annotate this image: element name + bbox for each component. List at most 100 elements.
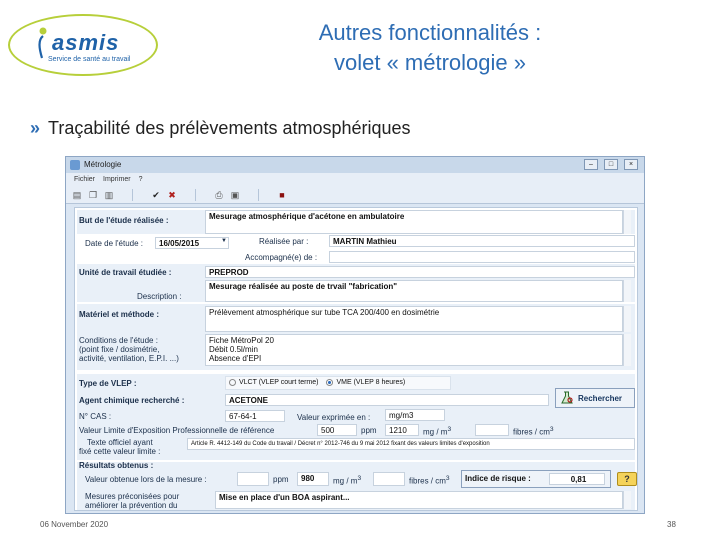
vlep-fibres-unit: fibres / cm3 bbox=[513, 426, 554, 437]
conditions-label-1: Conditions de l'étude : bbox=[79, 336, 158, 345]
minimize-button[interactable]: – bbox=[584, 159, 598, 170]
mesures-scrollbar[interactable] bbox=[623, 491, 631, 509]
bullet-item: » Traçabilité des prélèvements atmosphéri… bbox=[30, 118, 411, 139]
type-vlep-label: Type de VLEP : bbox=[79, 379, 137, 388]
close-button[interactable]: × bbox=[624, 159, 638, 170]
desc-field[interactable]: Mesurage réalisée au poste de trvail "fa… bbox=[205, 280, 623, 302]
result-fibres-unit-text: fibres / cm bbox=[409, 476, 446, 486]
materiel-field[interactable]: Prélèvement atmosphérique sur tube TCA 2… bbox=[205, 306, 623, 332]
vlct-label: VLCT (VLEP court terme) bbox=[239, 379, 319, 386]
result-ppm-unit: ppm bbox=[273, 475, 289, 484]
bullet-text: Traçabilité des prélèvements atmosphériq… bbox=[48, 118, 411, 138]
menu-bar: Fichier Imprimer ? bbox=[66, 173, 644, 186]
conditions-line-2: Débit 0.5l/min bbox=[209, 345, 258, 354]
texte-label-2: fixé cette valeur limite : bbox=[79, 447, 161, 456]
print-icon[interactable]: ⎙ bbox=[214, 190, 224, 200]
validate-icon[interactable]: ✔ bbox=[151, 190, 161, 200]
search-button[interactable]: Rechercher bbox=[555, 388, 635, 408]
window-controls: – □ × bbox=[584, 159, 638, 170]
logo-subtitle: Service de santé au travail bbox=[48, 56, 131, 63]
metrologie-form: But de l'étude réalisée : Mesurage atmos… bbox=[74, 207, 638, 511]
result-mg-unit: mg / m3 bbox=[333, 475, 362, 486]
app-icon bbox=[70, 160, 80, 170]
indice-label: Indice de risque : bbox=[465, 474, 531, 483]
conditions-field[interactable]: Fiche MétroPol 20 Débit 0.5l/min Absence… bbox=[205, 334, 623, 366]
vlep-ppm-unit: ppm bbox=[361, 426, 377, 435]
result-mg-field[interactable]: 980 bbox=[297, 472, 329, 486]
vlep-ppm-field[interactable]: 500 bbox=[317, 424, 357, 436]
but-label: But de l'étude réalisée : bbox=[79, 216, 169, 225]
but-scrollbar[interactable] bbox=[623, 210, 631, 234]
person-icon bbox=[38, 27, 47, 59]
vlct-radio[interactable] bbox=[229, 378, 236, 386]
date-dropdown-icon[interactable]: ▼ bbox=[221, 238, 227, 244]
window-title: Métrologie bbox=[84, 160, 122, 169]
title-line-1: Autres fonctionnalités : bbox=[318, 20, 542, 45]
texte-field[interactable]: Article R. 4412-149 du Code du travail /… bbox=[187, 438, 635, 450]
result-mg-unit-text: mg / m bbox=[333, 476, 358, 486]
conditions-scrollbar[interactable] bbox=[623, 334, 631, 366]
toolbar: ▤ ❐ ▥ ✔ ✖ ⎙ ▣ ■ bbox=[66, 186, 644, 204]
materiel-label: Matériel et méthode : bbox=[79, 310, 160, 319]
desc-label: Description : bbox=[137, 292, 182, 301]
unite-label: Unité de travail étudiée : bbox=[79, 268, 172, 277]
mesures-field[interactable]: Mise en place d'un BOA aspirant... bbox=[215, 491, 623, 509]
toolbar-separator-3 bbox=[258, 188, 259, 201]
menu-fichier[interactable]: Fichier bbox=[74, 173, 95, 186]
search-button-label: Rechercher bbox=[578, 393, 623, 403]
date-field[interactable]: 16/05/2015 bbox=[155, 237, 229, 249]
new-icon[interactable]: ▤ bbox=[72, 190, 82, 200]
delete-icon[interactable]: ▥ bbox=[104, 190, 114, 200]
preview-icon[interactable]: ▣ bbox=[230, 190, 240, 200]
type-vlep-group: VLCT (VLEP court terme) VME (VLEP 8 heur… bbox=[225, 376, 451, 390]
chevron-bullet-icon: » bbox=[30, 118, 41, 138]
result-fibres-field[interactable] bbox=[373, 472, 405, 486]
window-titlebar: Métrologie – □ × bbox=[66, 157, 644, 173]
vlep-label: Valeur Limite d'Exposition Professionnel… bbox=[79, 426, 275, 435]
accomp-field[interactable] bbox=[329, 251, 635, 263]
but-field[interactable]: Mesurage atmosphérique d'acétone en ambu… bbox=[205, 210, 623, 234]
vme-label: VME (VLEP 8 heures) bbox=[336, 379, 406, 386]
accomp-label: Accompagné(e) de : bbox=[245, 253, 318, 262]
vlep-mg-field[interactable]: 1210 bbox=[385, 424, 419, 436]
cas-field[interactable]: 67-64-1 bbox=[225, 410, 285, 422]
maximize-button[interactable]: □ bbox=[604, 159, 618, 170]
unite-field[interactable]: PREPROD bbox=[205, 266, 635, 278]
agent-label: Agent chimique recherché : bbox=[79, 396, 185, 405]
vlep-mg-unit-text: mg / m bbox=[423, 427, 448, 437]
agent-field[interactable]: ACETONE bbox=[225, 394, 549, 406]
realise-field[interactable]: MARTIN Mathieu bbox=[329, 235, 635, 247]
texte-label-1: Texte officiel ayant bbox=[87, 438, 153, 447]
menu-help[interactable]: ? bbox=[139, 173, 143, 186]
cancel-icon[interactable]: ✖ bbox=[167, 190, 177, 200]
materiel-scrollbar[interactable] bbox=[623, 306, 631, 332]
desc-scrollbar[interactable] bbox=[623, 280, 631, 302]
page-number: 38 bbox=[667, 520, 676, 529]
help-button[interactable]: ? bbox=[617, 472, 637, 486]
realise-label: Réalisée par : bbox=[259, 237, 309, 246]
vlep-fibres-field[interactable] bbox=[475, 424, 509, 436]
copy-icon[interactable]: ❐ bbox=[88, 190, 98, 200]
mesures-label-2: améliorer la prévention du bbox=[85, 501, 178, 510]
exit-icon[interactable]: ■ bbox=[277, 190, 287, 200]
vlep-mg-unit: mg / m3 bbox=[423, 426, 452, 437]
vme-radio[interactable] bbox=[326, 378, 334, 386]
toolbar-separator bbox=[132, 188, 133, 201]
mesures-label-1: Mesures préconisées pour bbox=[85, 492, 180, 501]
metrologie-window: Métrologie – □ × Fichier Imprimer ? ▤ ❐ … bbox=[65, 156, 645, 514]
result-ppm-field[interactable] bbox=[237, 472, 269, 486]
conditions-line-3: Absence d'EPI bbox=[209, 354, 262, 363]
conditions-line-1: Fiche MétroPol 20 bbox=[209, 336, 274, 345]
logo-name: asmis bbox=[52, 30, 120, 55]
resultats-label: Résultats obtenus : bbox=[79, 461, 154, 470]
indice-field[interactable]: 0,81 bbox=[549, 473, 605, 485]
valeur-expr-field[interactable]: mg/m3 bbox=[385, 409, 445, 421]
flask-search-icon bbox=[561, 391, 573, 404]
slide-title: Autres fonctionnalités : volet « métrolo… bbox=[230, 18, 630, 78]
toolbar-separator-2 bbox=[195, 188, 196, 201]
valeur-expr-label: Valeur exprimée en : bbox=[297, 413, 371, 422]
title-line-2: volet « métrologie » bbox=[334, 50, 526, 75]
menu-imprimer[interactable]: Imprimer bbox=[103, 173, 131, 186]
cas-label: N° CAS : bbox=[79, 412, 112, 421]
result-fibres-unit: fibres / cm3 bbox=[409, 475, 450, 486]
